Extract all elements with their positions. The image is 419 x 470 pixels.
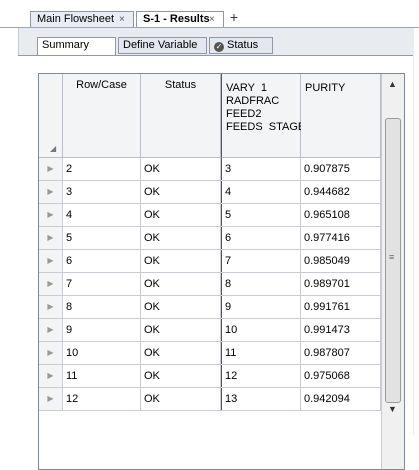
- cell-row-case[interactable]: 7: [63, 273, 141, 295]
- row-marker-icon[interactable]: ▶: [39, 296, 63, 318]
- cell-status[interactable]: OK: [141, 250, 221, 272]
- cell-feed-stage[interactable]: 9: [221, 296, 301, 318]
- tab-label: Define Variable: [123, 39, 198, 51]
- tab-label: Summary: [42, 39, 90, 51]
- cell-purity[interactable]: 0.942094: [301, 388, 381, 410]
- cell-feed-stage[interactable]: 12: [221, 365, 301, 387]
- cell-feed-stage[interactable]: 4: [221, 181, 301, 203]
- tab-label: Main Flowsheet: [37, 13, 115, 25]
- row-marker-icon[interactable]: ▶: [39, 181, 63, 203]
- tab-label: Status: [227, 39, 259, 51]
- cell-feed-stage[interactable]: 5: [221, 204, 301, 226]
- tab-main-flowsheet[interactable]: Main Flowsheet ×: [30, 11, 134, 27]
- table-row[interactable]: ▶ 7 OK 8 0.989701: [39, 273, 381, 296]
- cell-row-case[interactable]: 10: [63, 342, 141, 364]
- cell-purity[interactable]: 0.907875: [301, 158, 381, 180]
- scroll-up-icon[interactable]: ▲: [384, 76, 401, 92]
- cell-purity[interactable]: 0.987807: [301, 342, 381, 364]
- cell-purity[interactable]: 0.965108: [301, 204, 381, 226]
- cell-row-case[interactable]: 11: [63, 365, 141, 387]
- table-row[interactable]: ▶ 12 OK 13 0.942094: [39, 388, 381, 411]
- column-header-status[interactable]: Status: [141, 74, 221, 158]
- table-row[interactable]: ▶ 8 OK 9 0.991761: [39, 296, 381, 319]
- cell-feed-stage[interactable]: 6: [221, 227, 301, 249]
- cell-purity[interactable]: 0.977416: [301, 227, 381, 249]
- cell-status[interactable]: OK: [141, 181, 221, 203]
- cell-purity[interactable]: 0.991761: [301, 296, 381, 318]
- tab-define-variable[interactable]: Define Variable: [118, 37, 207, 54]
- column-header-purity[interactable]: PURITY: [301, 74, 381, 158]
- close-icon[interactable]: ×: [209, 12, 215, 27]
- scrollbar-thumb[interactable]: ≡: [385, 118, 401, 403]
- cell-row-case[interactable]: 12: [63, 388, 141, 410]
- cell-row-case[interactable]: 4: [63, 204, 141, 226]
- row-marker-icon[interactable]: ▶: [39, 342, 63, 364]
- row-marker-icon[interactable]: ▶: [39, 319, 63, 341]
- cell-row-case[interactable]: 6: [63, 250, 141, 272]
- cell-feed-stage[interactable]: 7: [221, 250, 301, 272]
- add-tab-icon[interactable]: +: [227, 10, 241, 24]
- summary-content: ◢ Row/Case Status VARY 1 RADFRAC FEED2 F…: [18, 55, 413, 470]
- cell-status[interactable]: OK: [141, 296, 221, 318]
- cell-feed-stage[interactable]: 11: [221, 342, 301, 364]
- row-marker-icon[interactable]: ▶: [39, 365, 63, 387]
- table-row[interactable]: ▶ 3 OK 4 0.944682: [39, 181, 381, 204]
- close-icon[interactable]: ×: [119, 12, 125, 27]
- row-marker-icon[interactable]: ▶: [39, 388, 63, 410]
- row-marker-icon[interactable]: ▶: [39, 204, 63, 226]
- cell-row-case[interactable]: 8: [63, 296, 141, 318]
- cell-status[interactable]: OK: [141, 273, 221, 295]
- grip-icon: ≡: [389, 252, 395, 262]
- cell-row-case[interactable]: 9: [63, 319, 141, 341]
- cell-purity[interactable]: 0.985049: [301, 250, 381, 272]
- sort-triangle-icon: ◢: [50, 144, 57, 153]
- cell-status[interactable]: OK: [141, 342, 221, 364]
- table-row[interactable]: ▶ 4 OK 5 0.965108: [39, 204, 381, 227]
- cell-status[interactable]: OK: [141, 388, 221, 410]
- cell-purity[interactable]: 0.975068: [301, 365, 381, 387]
- cell-feed-stage[interactable]: 8: [221, 273, 301, 295]
- table-row[interactable]: ▶ 11 OK 12 0.975068: [39, 365, 381, 388]
- table-row[interactable]: ▶ 9 OK 10 0.991473: [39, 319, 381, 342]
- cell-feed-stage[interactable]: 10: [221, 319, 301, 341]
- results-grid: ◢ Row/Case Status VARY 1 RADFRAC FEED2 F…: [38, 73, 405, 470]
- cell-status[interactable]: OK: [141, 227, 221, 249]
- check-circle-icon: ✓: [214, 42, 224, 52]
- cell-status[interactable]: OK: [141, 319, 221, 341]
- table-row[interactable]: ▶ 6 OK 7 0.985049: [39, 250, 381, 273]
- table-row[interactable]: ▶ 10 OK 11 0.987807: [39, 342, 381, 365]
- cell-status[interactable]: OK: [141, 158, 221, 180]
- cell-purity[interactable]: 0.944682: [301, 181, 381, 203]
- document-tab-strip: Main Flowsheet × S-1 - Results × +: [0, 0, 419, 28]
- cell-status[interactable]: OK: [141, 204, 221, 226]
- table-row[interactable]: ▶ 2 OK 3 0.907875: [39, 158, 381, 181]
- cell-feed-stage[interactable]: 3: [221, 158, 301, 180]
- scroll-down-icon[interactable]: ▼: [384, 401, 401, 417]
- tab-summary[interactable]: Summary: [37, 37, 116, 55]
- cell-row-case[interactable]: 5: [63, 227, 141, 249]
- row-marker-icon[interactable]: ▶: [39, 158, 63, 180]
- vertical-scrollbar[interactable]: ▲ ≡ ▼: [381, 74, 404, 469]
- tab-s1-results[interactable]: S-1 - Results ×: [136, 11, 224, 28]
- cell-purity[interactable]: 0.989701: [301, 273, 381, 295]
- table-row[interactable]: ▶ 5 OK 6 0.977416: [39, 227, 381, 250]
- column-header-vary[interactable]: VARY 1 RADFRAC FEED2 FEEDS STAGE: [221, 74, 305, 158]
- row-header-corner[interactable]: ◢: [39, 74, 63, 158]
- cell-row-case[interactable]: 2: [63, 158, 141, 180]
- tab-status[interactable]: ✓ Status: [209, 37, 273, 54]
- cell-row-case[interactable]: 3: [63, 181, 141, 203]
- cell-status[interactable]: OK: [141, 365, 221, 387]
- cell-feed-stage[interactable]: 13: [221, 388, 301, 410]
- row-marker-icon[interactable]: ▶: [39, 273, 63, 295]
- row-marker-icon[interactable]: ▶: [39, 250, 63, 272]
- row-marker-icon[interactable]: ▶: [39, 227, 63, 249]
- tab-label: S-1 - Results: [143, 13, 210, 25]
- cell-purity[interactable]: 0.991473: [301, 319, 381, 341]
- column-header-row-case[interactable]: Row/Case: [63, 74, 141, 158]
